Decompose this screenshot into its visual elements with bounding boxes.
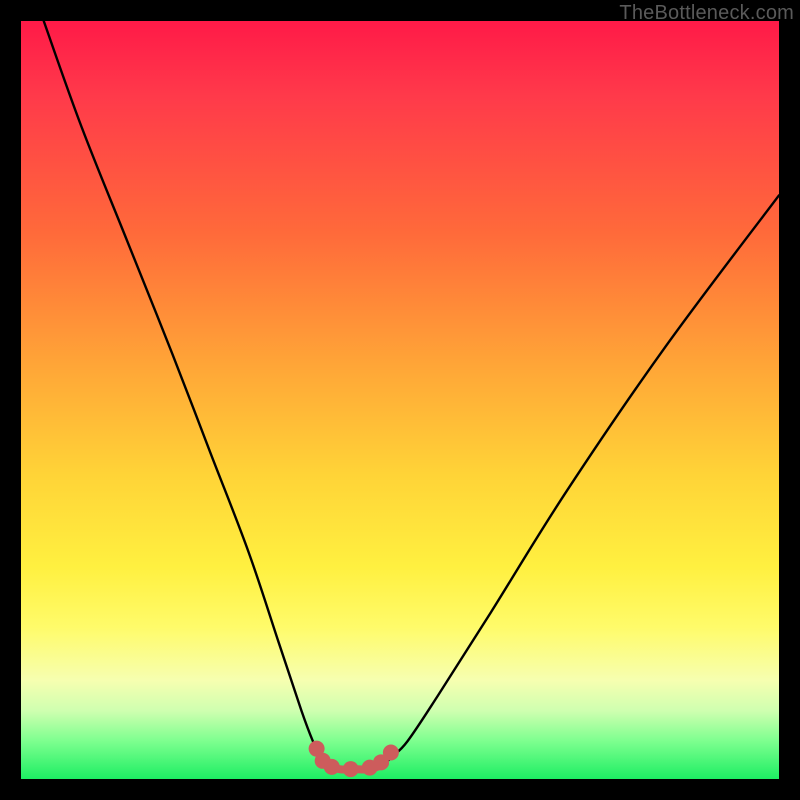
watermark-text: TheBottleneck.com — [619, 2, 794, 25]
chart-frame: TheBottleneck.com — [0, 0, 800, 800]
plot-area — [21, 21, 779, 779]
highlight-dot — [383, 744, 399, 760]
chart-svg — [21, 21, 779, 779]
curve-group — [44, 21, 779, 770]
highlight-dot — [324, 759, 340, 775]
highlight-dot — [343, 761, 359, 777]
curve-left-branch — [44, 21, 324, 764]
curve-right-branch — [385, 195, 779, 764]
highlight-markers — [309, 741, 399, 777]
